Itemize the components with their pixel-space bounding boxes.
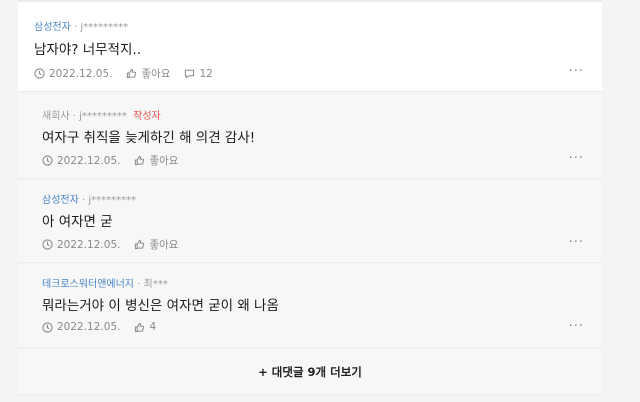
like-label: 좋아요 bbox=[141, 68, 171, 80]
reply-text: 여자구 취직을 늦게하긴 해 의견 감사! bbox=[42, 130, 256, 146]
reply-item: 새회사 · j********* 작성자 여자구 취직을 늦게하긴 해 의견 감… bbox=[18, 93, 602, 179]
company-name[interactable]: 테크로스워터앤에너지 bbox=[42, 279, 134, 290]
like-count: 4 bbox=[149, 321, 157, 333]
date: 2022.12.05. bbox=[34, 68, 112, 80]
load-more-replies-button[interactable]: + 대댓글 9개 더보기 bbox=[18, 349, 602, 395]
more-icon[interactable]: ··· bbox=[569, 235, 584, 250]
reply-actions: 2022.12.05. 좋아요 bbox=[42, 153, 178, 168]
reply-count-button[interactable]: 12 bbox=[184, 67, 213, 80]
more-icon[interactable]: ··· bbox=[569, 151, 584, 166]
like-button[interactable]: 좋아요 bbox=[134, 153, 178, 168]
reply-item: 테크로스워터앤에너지 · 최*** 뭐라는거야 이 병신은 여자면 굳이 왜 나… bbox=[18, 264, 602, 348]
thumbs-up-icon bbox=[135, 322, 145, 332]
date: 2022.12.05. bbox=[42, 239, 120, 251]
like-button[interactable]: 좋아요 bbox=[134, 237, 178, 252]
comment-item: 삼성전자 · j********* 남자야? 너무적지.. 2022.12.05… bbox=[18, 2, 602, 92]
reply-count: 12 bbox=[199, 67, 213, 80]
user-name: · j********* bbox=[82, 195, 137, 206]
comment-actions: 2022.12.05. 좋아요 12 bbox=[34, 66, 213, 81]
reply-meta: 삼성전자 · j********* bbox=[42, 191, 136, 206]
reply-text: 아 여자면 굳 bbox=[42, 214, 113, 230]
comment-text: 남자야? 너무적지.. bbox=[34, 42, 141, 58]
reply-meta: 테크로스워터앤에너지 · 최*** bbox=[42, 275, 168, 290]
company-name[interactable]: 삼성전자 bbox=[42, 195, 79, 206]
load-more-label: + 대댓글 9개 더보기 bbox=[258, 364, 362, 379]
reply-actions: 2022.12.05. 좋아요 bbox=[42, 237, 178, 252]
author-badge: 작성자 bbox=[133, 111, 161, 122]
reply-item: 삼성전자 · j********* 아 여자면 굳 2022.12.05. 좋아… bbox=[18, 180, 602, 263]
user-name: · j********* bbox=[72, 111, 127, 122]
like-button[interactable]: 4 bbox=[134, 321, 156, 333]
clock-icon bbox=[42, 239, 53, 250]
thumbs-up-icon bbox=[127, 68, 137, 79]
like-label: 좋아요 bbox=[149, 155, 179, 167]
company-name[interactable]: 새회사 bbox=[42, 111, 70, 122]
thumbs-up-icon bbox=[135, 239, 145, 250]
more-icon[interactable]: ··· bbox=[569, 64, 584, 79]
reply-meta: 새회사 · j********* 작성자 bbox=[42, 107, 161, 122]
reply-actions: 2022.12.05. 4 bbox=[42, 321, 156, 333]
like-button[interactable]: 좋아요 bbox=[126, 66, 170, 81]
like-label: 좋아요 bbox=[149, 239, 179, 251]
date: 2022.12.05. bbox=[42, 321, 120, 333]
thumbs-up-icon bbox=[135, 155, 145, 166]
date-text: 2022.12.05. bbox=[57, 154, 121, 167]
company-name[interactable]: 삼성전자 bbox=[34, 22, 71, 33]
clock-icon bbox=[42, 321, 53, 333]
date-text: 2022.12.05. bbox=[49, 67, 113, 80]
more-icon[interactable]: ··· bbox=[569, 319, 584, 334]
user-name: · 최*** bbox=[137, 279, 168, 290]
speech-bubble-icon bbox=[185, 69, 195, 79]
reply-text: 뭐라는거야 이 병신은 여자면 굳이 왜 나옴 bbox=[42, 298, 279, 314]
clock-icon bbox=[34, 68, 45, 79]
user-name: · j********* bbox=[74, 22, 129, 33]
date-text: 2022.12.05. bbox=[57, 321, 121, 333]
comment-meta: 삼성전자 · j********* bbox=[34, 18, 128, 33]
date-text: 2022.12.05. bbox=[57, 238, 121, 251]
date: 2022.12.05. bbox=[42, 155, 120, 167]
clock-icon bbox=[42, 155, 53, 166]
